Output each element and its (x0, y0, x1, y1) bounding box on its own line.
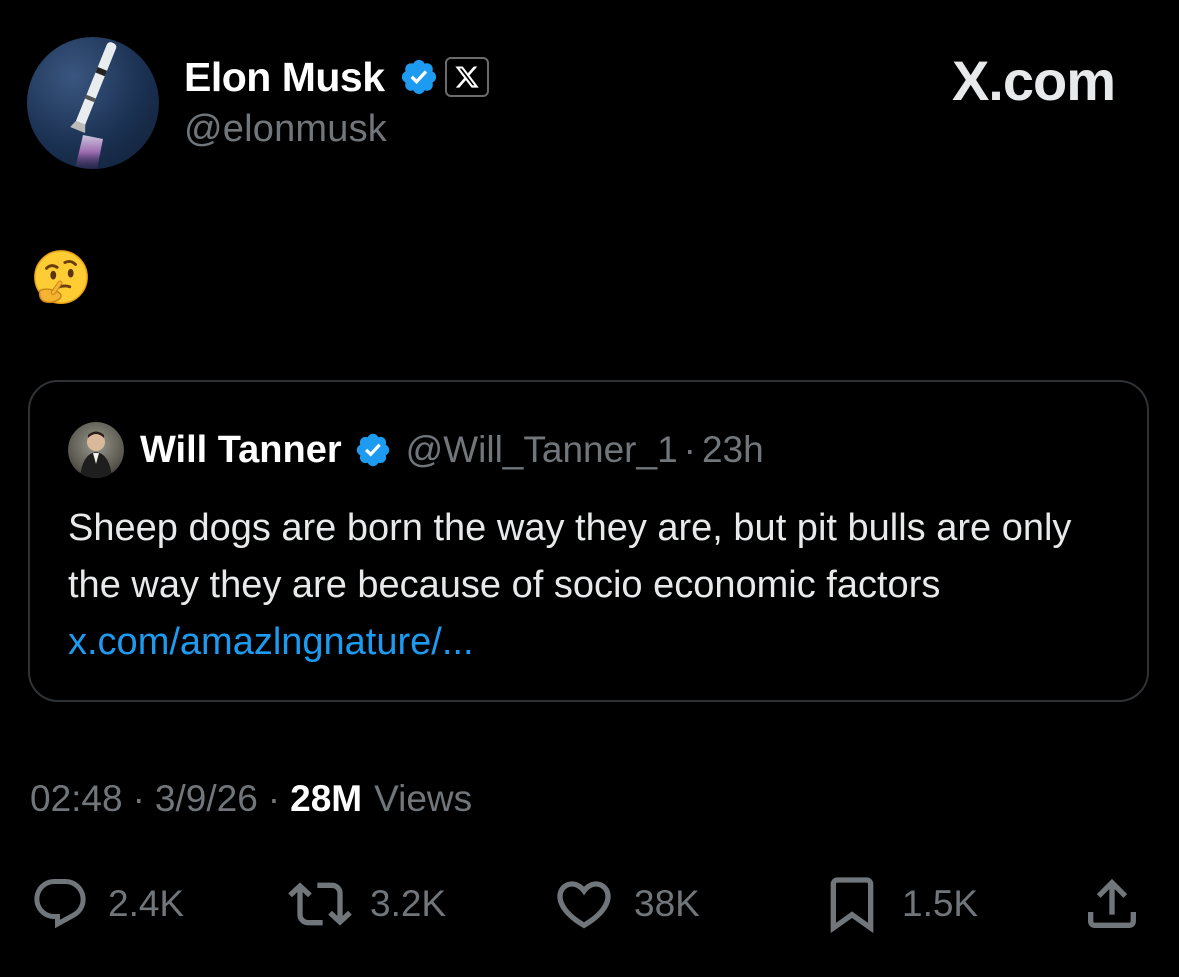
action-bar: 2.4K 3.2K 38K 1.5K (30, 872, 1150, 936)
x-logo-icon[interactable] (444, 57, 489, 97)
thinking-face-emoji (34, 250, 88, 304)
quote-author-handle[interactable]: @Will_Tanner_1 (406, 429, 678, 471)
post-author: Elon Musk @elonmusk (184, 50, 489, 151)
author-handle[interactable]: @elonmusk (184, 108, 489, 151)
quote-time-ago[interactable]: 23h (702, 429, 764, 471)
repost-button[interactable]: 3.2K (288, 872, 446, 936)
repost-icon (288, 882, 352, 926)
like-button[interactable]: 38K (552, 872, 700, 936)
meta-separator: · (267, 778, 281, 819)
repost-count: 3.2K (370, 883, 447, 924)
quote-text: Sheep dogs are born the way they are, bu… (68, 500, 1118, 671)
quoted-post[interactable]: Will Tanner @Will_Tanner_1 · 23h Sheep d… (28, 380, 1149, 702)
bookmark-count: 1.5K (902, 883, 979, 924)
post-time[interactable]: 02:48 (30, 778, 123, 820)
views-count[interactable]: 28M (290, 778, 362, 820)
quote-link[interactable]: x.com/amazlngnature/... (68, 621, 474, 663)
views-label: Views (374, 778, 473, 819)
like-count: 38K (634, 883, 700, 924)
post-meta: 02:48 · 3/9/26 · 28M Views (30, 778, 472, 820)
person-photo (80, 431, 112, 478)
rocket-image (70, 42, 117, 169)
quote-header: Will Tanner @Will_Tanner_1 · 23h (140, 422, 764, 478)
reply-icon (34, 879, 86, 929)
quote-author-avatar[interactable] (68, 422, 124, 478)
share-icon (1088, 878, 1136, 928)
meta-separator: · (132, 778, 145, 819)
author-avatar[interactable] (27, 37, 159, 169)
bookmark-icon (830, 877, 874, 934)
bookmark-button[interactable]: 1.5K (820, 872, 978, 936)
share-button[interactable] (1080, 872, 1144, 936)
verified-badge-icon[interactable] (354, 431, 392, 469)
quote-body-text: Sheep dogs are born the way they are, bu… (68, 507, 1072, 606)
verified-badge-icon[interactable] (399, 57, 439, 97)
reply-button[interactable]: 2.4K (30, 872, 184, 936)
quote-separator: · (683, 429, 696, 470)
heart-icon (557, 881, 611, 929)
quote-author-name[interactable]: Will Tanner (140, 429, 342, 472)
post-date[interactable]: 3/9/26 (155, 778, 258, 820)
author-name[interactable]: Elon Musk (184, 54, 385, 101)
reply-count: 2.4K (108, 883, 185, 924)
brand-watermark: X.com (951, 49, 1116, 112)
